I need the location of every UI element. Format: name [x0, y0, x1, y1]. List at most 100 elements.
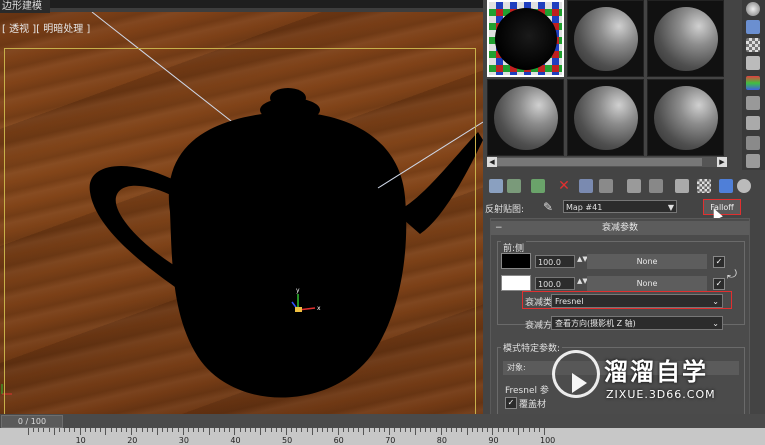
ruler-tick [492, 428, 494, 435]
material-slot[interactable] [647, 79, 724, 156]
viewport-label[interactable]: [ 透视 ][ 明暗处理 ] [2, 20, 90, 35]
ruler-tick [89, 428, 91, 432]
ruler-tick [533, 428, 535, 432]
rollout-header[interactable]: − 衰减参数 [491, 221, 749, 235]
falloff-direction-dropdown[interactable]: 查看方向(摄影机 Z 轴) ⌄ [551, 316, 723, 330]
go-forward-sibling-icon[interactable] [737, 179, 751, 193]
ruler-tick-label: 100 [540, 436, 556, 445]
ruler-tick [203, 428, 205, 432]
reset-map-icon[interactable]: ✕ [557, 179, 571, 193]
side-map-checkbox[interactable]: ✓ [713, 278, 725, 290]
material-id-icon[interactable] [649, 179, 663, 193]
ruler-tick [430, 428, 432, 432]
rollout-title: 衰减参数 [601, 223, 638, 233]
override-checkbox[interactable]: ✓ [505, 397, 517, 409]
time-slider-bar[interactable]: 0 / 100 [0, 414, 765, 428]
scroll-left-icon[interactable]: ◀ [487, 157, 497, 167]
ruler-tick [157, 428, 158, 435]
ruler-tick-label: 70 [385, 436, 396, 445]
copy-material-icon[interactable] [579, 179, 593, 193]
put-to-library-icon[interactable] [627, 179, 641, 193]
ruler-tick [471, 428, 473, 432]
collapse-icon[interactable]: − [495, 221, 503, 235]
ruler-tick [120, 428, 122, 432]
select-by-material-icon[interactable] [746, 136, 760, 150]
ruler-tick [286, 428, 287, 435]
object-label: 对象: [507, 363, 526, 372]
ruler-tick [347, 428, 349, 432]
front-amount-spinner[interactable]: 100.0 [535, 255, 575, 268]
ruler-tick [332, 428, 334, 432]
ruler-tick [136, 428, 138, 432]
ruler-tick [162, 428, 164, 432]
ruler-tick [544, 428, 545, 435]
map-type-button[interactable]: Falloff [703, 199, 741, 215]
ruler-tick [384, 428, 386, 432]
sample-type-icon[interactable] [746, 2, 760, 16]
uv-tiling-icon[interactable] [746, 56, 760, 70]
scroll-right-icon[interactable]: ▶ [717, 157, 727, 167]
front-map-button[interactable]: None [587, 254, 707, 269]
ruler-tick [399, 428, 401, 432]
ruler-tick-label: 30 [178, 436, 189, 445]
options-icon[interactable] [746, 116, 760, 130]
ruler-tick [84, 428, 86, 432]
assign-material-icon[interactable] [531, 179, 545, 193]
put-to-scene-icon[interactable] [507, 179, 521, 193]
ruler-tick [151, 428, 153, 432]
ruler-tick [451, 428, 453, 432]
make-unique-icon[interactable] [599, 179, 613, 193]
background-icon[interactable] [746, 38, 760, 52]
material-navigator-icon[interactable] [746, 154, 760, 168]
side-amount-spinner[interactable]: 100.0 [535, 277, 575, 290]
ruler-tick [466, 428, 468, 435]
front-color-swatch[interactable] [501, 253, 531, 269]
perspective-viewport[interactable]: x y [0, 12, 483, 414]
slot-scrollbar[interactable]: ◀ ▶ [487, 157, 727, 167]
material-slot[interactable] [567, 79, 644, 156]
go-to-parent-icon[interactable] [719, 179, 733, 193]
side-color-swatch[interactable] [501, 275, 531, 291]
ruler-tick [425, 428, 427, 432]
side-map-button[interactable]: None [587, 276, 707, 291]
scroll-thumb[interactable] [497, 158, 702, 166]
eyedropper-icon[interactable]: ✎ [543, 200, 553, 214]
show-end-result-icon[interactable] [697, 179, 711, 193]
ruler-tick [224, 428, 226, 432]
ruler-tick [69, 428, 71, 432]
ruler-tick [187, 428, 189, 432]
ruler-tick [33, 428, 35, 432]
make-preview-icon[interactable] [746, 96, 760, 110]
ruler-tick [172, 428, 174, 432]
ruler-tick [461, 428, 463, 432]
get-material-icon[interactable] [489, 179, 503, 193]
swap-colors-icon[interactable]: ⤾ [727, 267, 737, 282]
ruler-tick [280, 428, 282, 432]
video-color-check-icon[interactable] [746, 76, 760, 90]
falloff-type-dropdown[interactable]: Fresnel ⌄ [551, 294, 723, 308]
ruler-tick [528, 428, 530, 432]
ruler-tick [208, 428, 210, 435]
backlight-icon[interactable] [746, 20, 760, 34]
ruler-tick [476, 428, 478, 432]
material-preview-sphere [654, 86, 718, 150]
chevron-down-icon: ▼ [667, 203, 674, 212]
ruler-tick [182, 428, 184, 435]
material-slot[interactable] [647, 0, 724, 77]
ruler-tick [482, 428, 484, 432]
map-name-field[interactable]: Map #41 ▼ [563, 200, 677, 213]
ruler-tick [502, 428, 504, 432]
material-slot-active[interactable] [487, 0, 564, 77]
ruler-tick [177, 428, 179, 432]
ruler-tick [301, 428, 303, 432]
front-map-checkbox[interactable]: ✓ [713, 256, 725, 268]
show-in-viewport-icon[interactable] [675, 179, 689, 193]
material-slot[interactable] [487, 79, 564, 156]
material-slot[interactable] [567, 0, 644, 77]
ruler-tick [291, 428, 293, 432]
ruler-tick [95, 428, 97, 432]
time-slider[interactable]: 0 / 100 [1, 415, 63, 428]
ruler-tick [409, 428, 411, 432]
track-bar[interactable]: 10 20 30 40 50 60 70 80 90 100 [0, 428, 765, 445]
side-toolbar [742, 0, 765, 170]
